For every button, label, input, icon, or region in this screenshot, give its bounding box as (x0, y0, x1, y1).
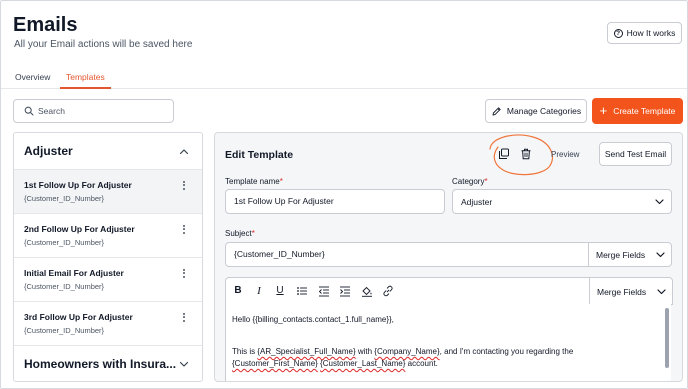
tab-bar: Overview Templates (1, 67, 687, 89)
category-header-adjuster[interactable]: Adjuster (14, 133, 202, 170)
template-name-input[interactable]: 1st Follow Up For Adjuster (225, 189, 445, 214)
trash-icon[interactable] (520, 148, 532, 160)
more-options-icon[interactable] (180, 223, 188, 237)
template-item[interactable]: Initial Email For Adjuster {Customer_ID_… (14, 258, 202, 302)
subject-input[interactable]: {Customer_ID_Number} (225, 242, 589, 267)
outdent-icon[interactable] (318, 285, 330, 297)
chevron-down-icon (655, 199, 664, 205)
how-it-works-button[interactable]: ? How It works (607, 22, 682, 44)
send-test-email-button[interactable]: Send Test Email (599, 142, 672, 166)
indent-icon[interactable] (339, 285, 351, 297)
template-list-panel: Adjuster 1st Follow Up For Adjuster {Cus… (13, 132, 203, 382)
template-name-label: Template name* (225, 177, 283, 186)
editor-scrollbar-thumb[interactable] (665, 308, 669, 368)
copy-icon[interactable] (498, 148, 510, 160)
template-name-label-text: Template name (225, 177, 280, 186)
merge-token: {Company_Name} (374, 347, 440, 356)
create-template-button[interactable]: + Create Template (592, 98, 683, 124)
rich-text-toolbar: B I U Merge Fields (225, 277, 673, 305)
how-it-works-label: How It works (626, 28, 676, 38)
subject-label: Subject* (225, 229, 255, 238)
merge-token: {AR_Specialist_Full_Name} (257, 347, 356, 356)
category-header-homeowners[interactable]: Homeowners with Insura... (14, 345, 202, 381)
more-options-icon[interactable] (180, 179, 188, 193)
underline-icon[interactable]: U (274, 285, 286, 297)
create-template-label: Create Template (613, 106, 676, 116)
template-item[interactable]: 1st Follow Up For Adjuster {Customer_ID_… (14, 170, 202, 214)
more-options-icon[interactable] (180, 311, 188, 325)
manage-categories-label: Manage Categories (506, 106, 582, 116)
body-line: {Customer_First_Name} {Customer_Last_Nam… (232, 359, 438, 368)
chevron-down-icon (656, 252, 665, 258)
bullet-list-icon[interactable] (296, 285, 308, 297)
tab-templates[interactable]: Templates (66, 72, 105, 82)
template-item-title: 2nd Follow Up For Adjuster (24, 224, 135, 234)
search-input[interactable] (38, 103, 168, 119)
manage-categories-button[interactable]: Manage Categories (485, 99, 587, 123)
link-icon[interactable] (382, 285, 394, 297)
search-box (13, 99, 174, 123)
chevron-down-icon (657, 289, 666, 295)
chevron-down-icon[interactable] (179, 361, 189, 368)
pencil-icon (492, 106, 501, 115)
italic-icon[interactable]: I (253, 285, 265, 297)
category-name: Adjuster (24, 144, 73, 158)
body-text: account. (405, 359, 438, 368)
body-text: , and I'm contacting you regarding the (439, 347, 574, 356)
body-text: with (355, 347, 375, 356)
template-item-subject: {Customer_ID_Number} (24, 282, 105, 291)
category-select[interactable]: Adjuster (452, 189, 672, 214)
subject-label-text: Subject (225, 229, 252, 238)
edit-template-heading: Edit Template (225, 149, 294, 161)
page-title: Emails (13, 14, 78, 36)
body-merge-fields-dropdown[interactable]: Merge Fields (589, 277, 673, 305)
template-item-title: 3rd Follow Up For Adjuster (24, 312, 133, 322)
search-icon (24, 106, 34, 116)
required-marker: * (251, 229, 255, 238)
template-item[interactable]: 2nd Follow Up For Adjuster {Customer_ID_… (14, 214, 202, 258)
email-body-editor[interactable]: Hello {{billing_contacts.contact_1.full_… (225, 304, 671, 381)
more-options-icon[interactable] (180, 267, 188, 281)
body-line: This is {AR_Specialist_Full_Name} with {… (232, 347, 573, 356)
edit-template-panel: Edit Template Preview Send Test Email Te… (214, 132, 683, 382)
chevron-up-icon[interactable] (179, 148, 189, 155)
merge-token: {Customer_Last_Name} (320, 359, 406, 368)
page-subtitle: All your Email actions will be saved her… (14, 39, 193, 50)
plus-icon: + (599, 103, 608, 118)
tab-overview[interactable]: Overview (15, 72, 50, 82)
template-item-subject: {Customer_ID_Number} (24, 238, 105, 247)
email-templates-page: Emails All your Email actions will be sa… (0, 0, 688, 389)
body-text: This is (232, 347, 258, 356)
preview-link[interactable]: Preview (551, 150, 579, 159)
merge-fields-label: Merge Fields (597, 287, 647, 297)
fill-color-icon[interactable] (361, 285, 373, 297)
template-item-title: 1st Follow Up For Adjuster (24, 180, 132, 190)
template-item[interactable]: 3rd Follow Up For Adjuster {Customer_ID_… (14, 302, 202, 346)
question-circle-icon: ? (613, 28, 623, 38)
active-tab-indicator (60, 87, 111, 89)
required-marker: * (484, 177, 488, 186)
category-label-text: Category (452, 177, 485, 186)
category-label: Category* (452, 177, 488, 186)
bold-icon[interactable]: B (232, 285, 244, 297)
body-line: Hello {{billing_contacts.contact_1.full_… (232, 315, 394, 324)
template-item-title: Initial Email For Adjuster (24, 268, 124, 278)
required-marker: * (279, 177, 283, 186)
merge-token: {Customer_First_Name} (232, 359, 318, 368)
category-name: Homeowners with Insura... (24, 357, 177, 371)
template-item-subject: {Customer_ID_Number} (24, 194, 105, 203)
merge-fields-label: Merge Fields (596, 250, 646, 260)
category-select-value: Adjuster (461, 197, 493, 207)
subject-merge-fields-dropdown[interactable]: Merge Fields (588, 242, 672, 267)
template-item-subject: {Customer_ID_Number} (24, 326, 105, 335)
